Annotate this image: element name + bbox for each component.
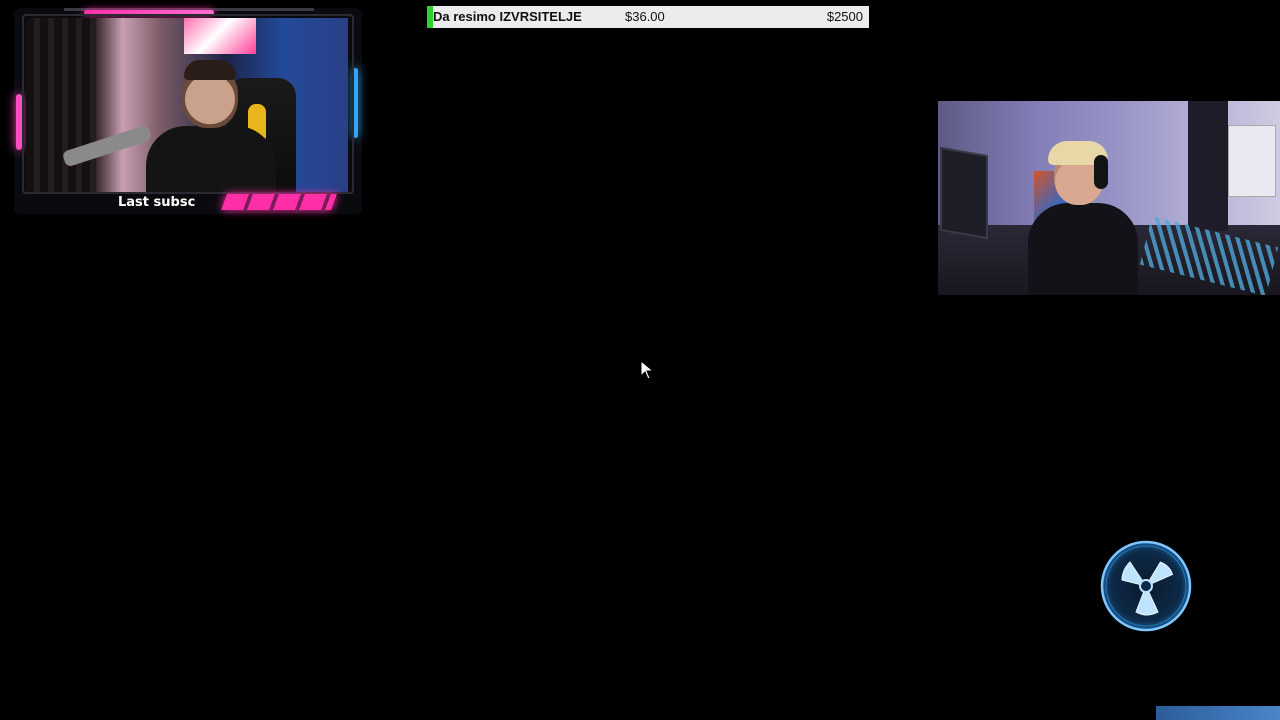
guest-webcam-video	[938, 101, 1280, 295]
last-subscriber-label: Last subsc	[118, 195, 196, 210]
guest-headset	[1094, 155, 1108, 189]
mouse-pointer-icon	[640, 360, 654, 380]
donation-goal-title: Da resimo IZVRSITELJE	[433, 9, 582, 24]
guest-person-body	[1028, 203, 1138, 295]
guest-monitor	[940, 146, 988, 240]
guest-door	[1188, 101, 1228, 231]
ticker-stripes	[221, 194, 337, 210]
corner-overlay-panel	[1156, 706, 1280, 720]
donation-goal-current: $36.00	[625, 9, 665, 24]
last-subscriber-ticker: Last subsc	[14, 190, 362, 214]
donation-goal-target: $2500	[826, 9, 863, 24]
donation-goal-bar: Da resimo IZVRSITELJE $36.00 $2500	[427, 6, 869, 28]
fan-icon[interactable]	[1100, 540, 1192, 632]
guest-wall-poster	[1228, 125, 1276, 197]
streamer-webcam-frame	[14, 8, 362, 214]
webcam-rim	[22, 14, 354, 194]
